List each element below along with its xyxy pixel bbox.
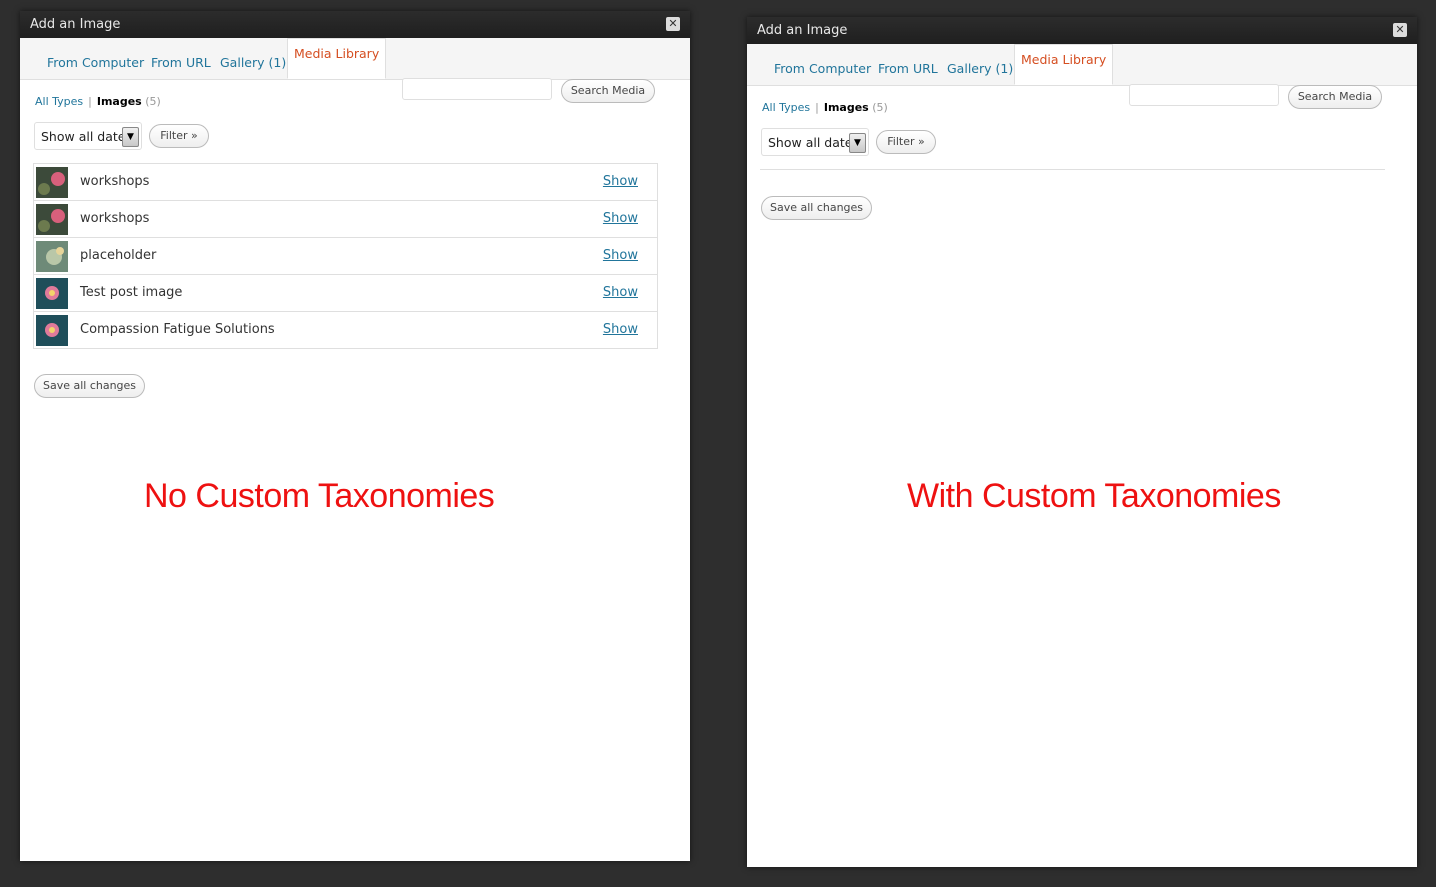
media-item-title: Compassion Fatigue Solutions [80,322,275,337]
tab-media-library[interactable]: Media Library [287,38,387,79]
filter-all-types[interactable]: All Types [762,101,810,114]
image-thumbnail [36,278,68,309]
tab-from-url[interactable]: From URL [151,55,211,70]
media-item: placeholder Show [34,238,657,275]
media-item-title: workshops [80,174,150,189]
media-item-title: placeholder [80,248,157,263]
search-media-button[interactable]: Search Media [561,79,655,103]
search-input[interactable] [402,78,552,100]
image-thumbnail [36,167,68,198]
show-link[interactable]: Show [603,322,638,337]
empty-list-divider [760,169,1385,170]
save-all-changes-button[interactable]: Save all changes [761,196,872,220]
media-item: Test post image Show [34,275,657,312]
media-tabs: From Computer From URL Gallery (1) Media… [20,38,690,80]
add-image-modal-right: Add an Image ✕ From Computer From URL Ga… [747,17,1417,867]
chevron-down-icon[interactable]: ▼ [849,133,866,153]
media-tabs: From Computer From URL Gallery (1) Media… [747,44,1417,86]
image-thumbnail [36,315,68,346]
media-item-title: Test post image [80,285,183,300]
close-icon[interactable]: ✕ [1393,23,1407,37]
modal-titlebar: Add an Image ✕ [747,17,1417,44]
media-item-title: workshops [80,211,150,226]
caption-label: With Custom Taxonomies [907,477,1281,515]
tab-from-url[interactable]: From URL [878,61,938,76]
caption-label: No Custom Taxonomies [144,477,495,515]
show-link[interactable]: Show [603,211,638,226]
media-item: workshops Show [34,164,657,201]
filter-images[interactable]: Images [824,101,869,114]
search-input[interactable] [1129,84,1279,106]
close-icon[interactable]: ✕ [666,17,680,31]
date-select-value: Show all dates [41,129,132,144]
media-item: workshops Show [34,201,657,238]
save-all-changes-button[interactable]: Save all changes [34,374,145,398]
date-select-value: Show all dates [768,135,859,150]
type-filter-links: All Types | Images (5) [35,95,161,108]
show-link[interactable]: Show [603,285,638,300]
filter-button[interactable]: Filter » [876,130,936,154]
tab-gallery[interactable]: Gallery (1) [220,55,286,70]
tab-from-computer[interactable]: From Computer [47,55,144,70]
date-select[interactable]: Show all dates ▼ [34,122,142,150]
search-media-button[interactable]: Search Media [1288,85,1382,109]
chevron-down-icon[interactable]: ▼ [122,127,139,147]
image-thumbnail [36,241,68,272]
images-count: (5) [872,101,888,114]
modal-title: Add an Image [30,17,121,32]
media-item: Compassion Fatigue Solutions Show [34,312,657,349]
tab-from-computer[interactable]: From Computer [774,61,871,76]
show-link[interactable]: Show [603,174,638,189]
images-count: (5) [145,95,161,108]
filter-all-types[interactable]: All Types [35,95,83,108]
filter-separator: | [815,101,819,114]
tab-media-library[interactable]: Media Library [1014,44,1114,85]
media-items-list: workshops Show workshops Show placeholde… [33,163,658,349]
tab-gallery[interactable]: Gallery (1) [947,61,1013,76]
filter-images[interactable]: Images [97,95,142,108]
modal-title: Add an Image [757,23,848,38]
date-select[interactable]: Show all dates ▼ [761,128,869,156]
filter-separator: | [88,95,92,108]
show-link[interactable]: Show [603,248,638,263]
image-thumbnail [36,204,68,235]
add-image-modal-left: Add an Image ✕ From Computer From URL Ga… [20,11,690,861]
type-filter-links: All Types | Images (5) [762,101,888,114]
filter-button[interactable]: Filter » [149,124,209,148]
modal-titlebar: Add an Image ✕ [20,11,690,38]
